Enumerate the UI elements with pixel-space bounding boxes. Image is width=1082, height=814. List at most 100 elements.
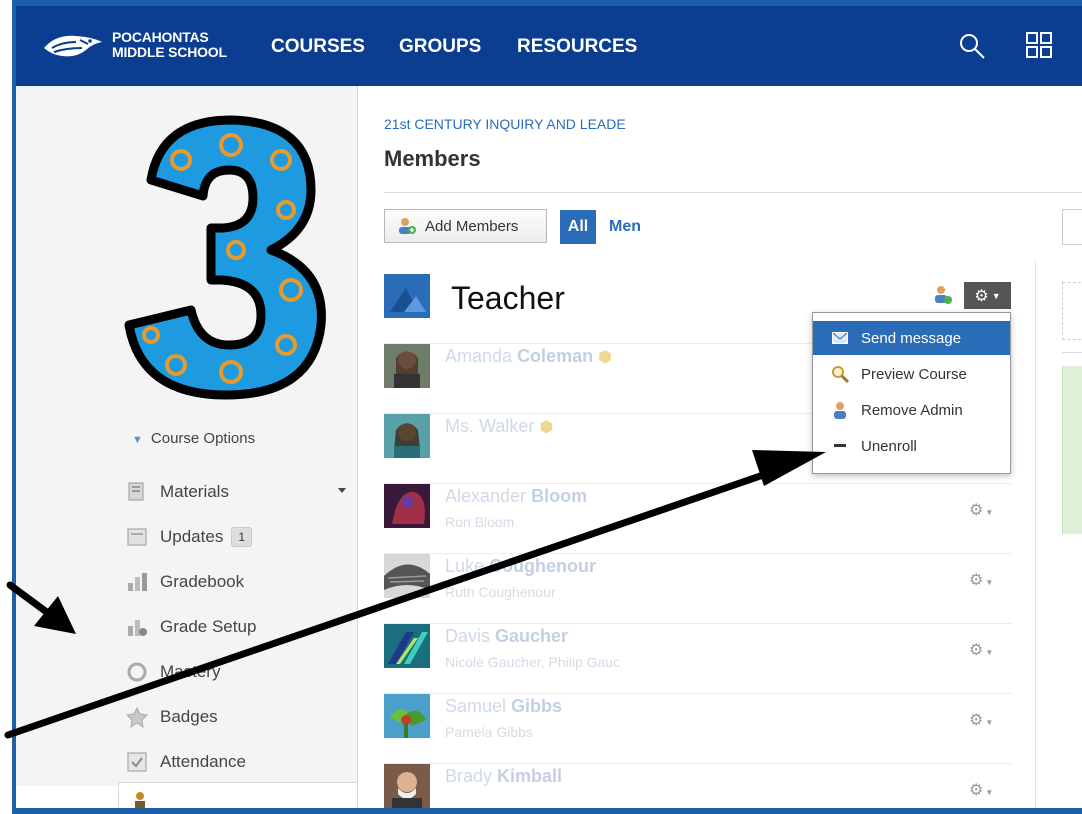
sidebar-item-label: Attendance [160,752,247,771]
apps-grid-icon[interactable] [1026,32,1052,58]
avatar [384,414,430,458]
member-actions-gear-button[interactable]: ⚙ ▼ [969,780,997,799]
sidebar-item-label: Gradebook [160,572,245,591]
member-last-name: Bloom [531,486,588,506]
gear-icon: ⚙ [969,502,984,519]
right-panel-divider [1035,260,1036,808]
search-icon[interactable] [958,32,986,60]
gear-icon: ⚙ [974,287,989,305]
menu-item-remove-admin[interactable]: Remove Admin [813,393,1010,427]
attendance-icon [127,752,147,772]
menu-item-preview-course[interactable]: Preview Course [813,357,1010,391]
sidebar-item-attendance[interactable]: Attendance [126,747,246,777]
avatar [384,694,430,738]
nav-resources[interactable]: RESOURCES [517,36,637,58]
filter-tab-members[interactable]: Men [609,218,641,236]
course-picture-number-three [124,115,326,400]
menu-item-unenroll[interactable]: Unenroll [813,429,1010,463]
member-name[interactable]: Ms. Walker ⬢ [445,416,553,437]
materials-dropdown-caret-icon[interactable] [338,488,346,493]
gear-icon: ⚙ [969,642,984,659]
nav-courses[interactable]: COURSES [271,36,365,58]
course-sidebar: ▼ Course Options Materials Updates 1 Grad… [16,86,358,786]
add-members-button[interactable]: Add Members [384,209,547,243]
sidebar-item-gradebook[interactable]: Gradebook [126,567,244,597]
table-row[interactable]: Alexander Bloom Ron Bloom ⚙ ▼ [384,484,1012,554]
menu-item-label: Send message [861,329,962,347]
breadcrumb-course-name[interactable]: 21st CENTURY INQUIRY AND LEADE [384,116,626,132]
sidebar-item-updates[interactable]: Updates 1 [126,522,253,552]
chevron-down-icon: ▼ [985,578,994,587]
sidebar-item-members-active[interactable] [118,782,358,809]
member-parents: Pamela Gibbs [445,724,533,740]
school-name-line1: POCAHONTAS [112,29,209,45]
filter-tab-all[interactable]: All [560,210,596,244]
member-first-name: Davis [445,626,491,646]
chevron-down-icon: ▼ [991,290,1001,301]
table-row[interactable]: Davis Gaucher Nicole Gaucher, Philip Gau… [384,624,1012,694]
menu-item-label: Remove Admin [861,401,963,419]
admin-user-icon [935,286,952,304]
eagle-logo-icon[interactable] [42,28,104,64]
member-parents: Nicole Gaucher, Philip Gauc [445,654,621,670]
badges-icon [126,706,148,728]
admin-badge-icon: ⬢ [598,349,613,366]
person-icon [831,401,849,419]
title-divider [384,192,1082,193]
sidebar-item-badges[interactable]: Badges [126,702,218,732]
gradebook-icon [128,573,147,591]
member-actions-gear-button[interactable]: ⚙ ▼ [969,500,997,519]
envelope-icon [831,329,849,347]
magnifier-icon [831,365,849,383]
top-navigation-bar: POCAHONTAS MIDDLE SCHOOL COURSES GROUPS … [16,6,1082,86]
member-actions-gear-button[interactable]: ⚙ ▼ [969,710,997,729]
teacher-annotation-label: Teacher [447,280,569,317]
member-last-name: Gaucher [495,626,569,646]
sidebar-item-grade-setup[interactable]: Grade Setup [126,612,256,642]
gear-icon: ⚙ [969,712,984,729]
sidebar-item-label: Badges [160,707,218,726]
gear-icon: ⚙ [969,782,984,799]
member-parents: Ruth Coughenour [445,584,556,600]
menu-item-label: Preview Course [861,365,967,383]
member-name[interactable]: Amanda Coleman ⬢ [445,346,612,367]
member-first-name: Samuel [445,696,507,716]
avatar [384,624,430,668]
teacher-actions-gear-button[interactable]: ⚙ ▼ [964,282,1011,309]
sidebar-item-mastery[interactable]: Mastery [126,657,220,687]
add-members-label: Add Members [425,217,519,235]
member-name[interactable]: Alexander Bloom [445,486,587,507]
triangle-down-icon: ▼ [132,434,143,446]
sidebar-item-materials[interactable]: Materials [126,477,229,507]
course-options-label: Course Options [150,430,256,447]
grade-setup-icon [128,620,147,636]
nav-groups[interactable]: GROUPS [399,36,481,58]
updates-icon [127,528,147,546]
member-first-name: Alexander [445,486,527,506]
member-name[interactable]: Samuel Gibbs [445,696,562,717]
table-row[interactable]: Samuel Gibbs Pamela Gibbs ⚙ ▼ [384,694,1012,764]
table-row[interactable]: Luke Coughenour Ruth Coughenour ⚙ ▼ [384,554,1012,624]
member-actions-gear-button[interactable]: ⚙ ▼ [969,640,997,659]
members-icon [135,792,145,809]
table-row[interactable]: Brady Kimball ⚙ ▼ [384,764,1012,808]
avatar [384,554,430,598]
member-actions-gear-button[interactable]: ⚙ ▼ [969,570,997,589]
member-name[interactable]: Brady Kimball [445,766,562,787]
sidebar-item-label: Mastery [160,662,221,681]
course-options-toggle[interactable]: ▼ Course Options [132,430,255,447]
school-name[interactable]: POCAHONTAS MIDDLE SCHOOL [112,30,227,60]
school-name-line2: MIDDLE SCHOOL [112,44,227,60]
members-search-input[interactable] [1062,209,1082,245]
member-last-name: Kimball [497,766,563,786]
avatar [384,764,430,808]
chevron-down-icon: ▼ [985,718,994,727]
chevron-down-icon: ▼ [985,508,994,517]
member-name[interactable]: Davis Gaucher [445,626,568,647]
member-parents: Ron Bloom [445,514,515,530]
member-name[interactable]: Luke Coughenour [445,556,596,577]
menu-item-send-message[interactable]: Send message [813,321,1010,355]
avatar [384,274,430,318]
member-last-name: Coughenour [489,556,597,576]
member-first-name: Ms. Walker [445,416,535,436]
